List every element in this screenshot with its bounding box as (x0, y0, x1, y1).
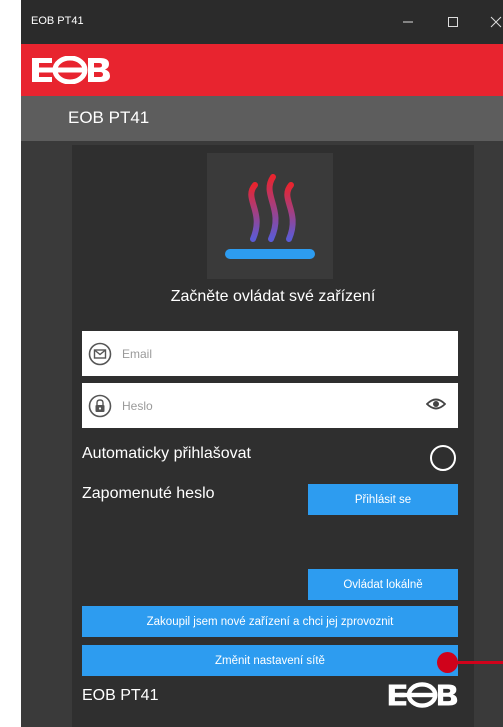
password-field[interactable] (82, 383, 458, 428)
brand-bar (21, 44, 503, 96)
local-control-button[interactable]: Ovládat lokálně (308, 569, 458, 600)
close-button[interactable] (484, 10, 503, 34)
eob-logo-icon (388, 682, 458, 708)
network-settings-button[interactable]: Změnit nastavení sítě (82, 645, 458, 676)
app-icon (207, 153, 333, 279)
footer-title: EOB PT41 (82, 687, 159, 704)
app-window: EOB PT41 EOB PT41 Začněte ovládat své za… (21, 0, 503, 727)
maximize-button[interactable] (441, 10, 465, 34)
heating-waves-icon (225, 174, 315, 259)
forgot-password-link[interactable]: Zapomenuté heslo (82, 485, 215, 503)
lock-icon (88, 394, 112, 418)
maximize-icon (448, 17, 458, 27)
auto-login-label: Automaticky přihlašovat (82, 445, 251, 462)
annotation-line (455, 661, 503, 664)
login-panel: Začněte ovládat své zařízení Email Autom… (72, 145, 474, 727)
eye-icon (425, 398, 447, 410)
show-password-toggle[interactable] (425, 397, 447, 416)
email-field[interactable] (82, 331, 458, 376)
mail-icon (88, 342, 112, 366)
app-title: EOB PT41 (68, 108, 150, 127)
annotation-marker (437, 652, 458, 673)
window-title: EOB PT41 (31, 15, 84, 27)
auto-login-radio[interactable] (430, 445, 456, 471)
password-input[interactable] (122, 389, 422, 422)
login-button[interactable]: Přihlásit se (308, 484, 458, 515)
app-header: EOB PT41 (21, 96, 503, 141)
minimize-button[interactable] (396, 10, 420, 34)
new-device-button[interactable]: Zakoupil jsem nové zařízení a chci jej z… (82, 606, 458, 637)
title-bar: EOB PT41 (21, 0, 503, 44)
eob-logo-icon (32, 56, 110, 84)
close-icon (490, 16, 502, 28)
email-input[interactable] (122, 337, 422, 370)
minimize-icon (403, 21, 413, 23)
tagline: Začněte ovládat své zařízení (170, 288, 376, 305)
